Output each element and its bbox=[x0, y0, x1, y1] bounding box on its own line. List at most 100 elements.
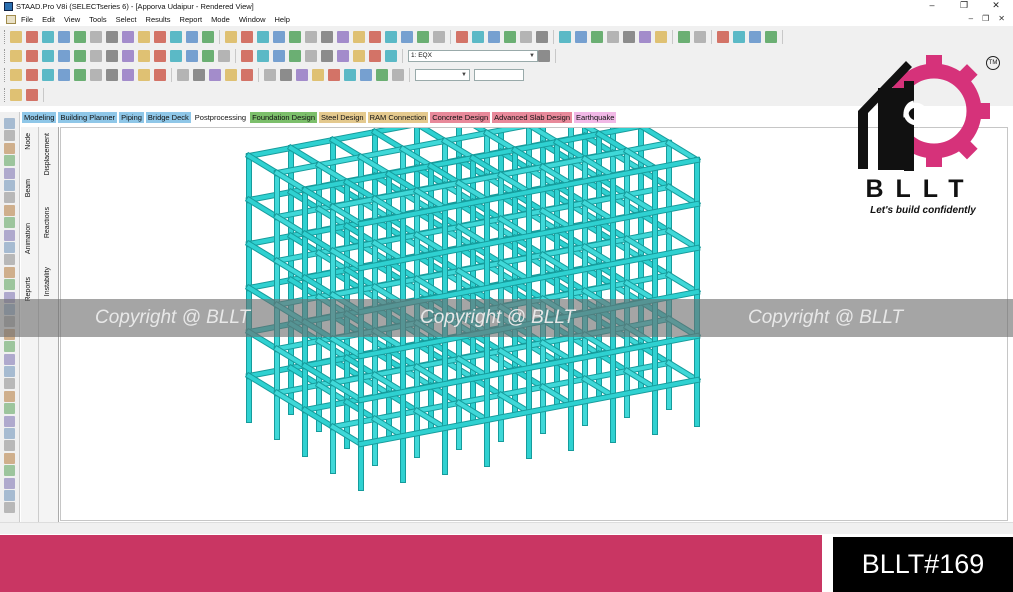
menu-edit[interactable]: Edit bbox=[42, 15, 55, 24]
toolbar-button-icon[interactable] bbox=[154, 50, 166, 62]
toolbar-button-icon[interactable] bbox=[344, 69, 356, 81]
toolbar-button-icon[interactable] bbox=[257, 31, 269, 43]
page-tab-piping[interactable]: Piping bbox=[119, 111, 144, 123]
toolbar-button-icon[interactable] bbox=[10, 69, 22, 81]
menu-help[interactable]: Help bbox=[275, 15, 290, 24]
page-tab-postprocessing[interactable]: Postprocessing bbox=[192, 111, 249, 123]
toolbar-button-icon[interactable] bbox=[296, 69, 308, 81]
toolbar-button-icon[interactable] bbox=[321, 31, 333, 43]
toolbar-button-icon[interactable] bbox=[273, 31, 285, 43]
toolbar-button-icon[interactable] bbox=[42, 50, 54, 62]
toolbar-button-icon[interactable] bbox=[186, 31, 198, 43]
toolbar-button-icon[interactable] bbox=[122, 69, 134, 81]
toolbar-button-icon[interactable] bbox=[106, 69, 118, 81]
beam-member[interactable] bbox=[372, 129, 406, 152]
menu-window[interactable]: Window bbox=[239, 15, 266, 24]
page-tab-concrete-design[interactable]: Concrete Design bbox=[430, 111, 491, 123]
toolbar-button-icon[interactable] bbox=[225, 31, 237, 43]
toolbar-button-icon[interactable] bbox=[186, 50, 198, 62]
side-tool-icon[interactable] bbox=[4, 490, 15, 501]
toolbar-button-icon[interactable] bbox=[26, 89, 38, 101]
toolbar-button-icon[interactable] bbox=[202, 50, 214, 62]
toolbar-button-icon[interactable] bbox=[575, 31, 587, 43]
toolbar-button-icon[interactable] bbox=[10, 89, 22, 101]
toolbar-button-icon[interactable] bbox=[10, 50, 22, 62]
menu-report[interactable]: Report bbox=[180, 15, 203, 24]
toolbar-button-icon[interactable] bbox=[74, 69, 86, 81]
toolbar-button-icon[interactable] bbox=[26, 69, 38, 81]
toolbar-button-icon[interactable] bbox=[58, 69, 70, 81]
toolbar-grip[interactable] bbox=[4, 30, 7, 44]
toolbar-button-icon[interactable] bbox=[655, 31, 667, 43]
toolbar-button-icon[interactable] bbox=[58, 31, 70, 43]
side-tool-icon[interactable] bbox=[4, 118, 15, 129]
toolbar-button-icon[interactable] bbox=[138, 69, 150, 81]
toolbar-button-icon[interactable] bbox=[538, 50, 550, 62]
toolbar-button-icon[interactable] bbox=[433, 31, 445, 43]
close-button[interactable]: ✕ bbox=[991, 0, 1001, 11]
toolbar-button-icon[interactable] bbox=[694, 31, 706, 43]
beam-member[interactable] bbox=[246, 373, 280, 396]
toolbar-button-icon[interactable] bbox=[58, 50, 70, 62]
selection-combo[interactable]: ▼ bbox=[415, 69, 470, 81]
side-tool-icon[interactable] bbox=[4, 341, 15, 353]
page-tab-steel-design[interactable]: Steel Design bbox=[319, 111, 366, 123]
toolbar-button-icon[interactable] bbox=[218, 50, 230, 62]
toolbar-button-icon[interactable] bbox=[273, 50, 285, 62]
toolbar-button-icon[interactable] bbox=[106, 50, 118, 62]
side-tab-reports[interactable]: Reports bbox=[25, 277, 32, 302]
side-tab-reactions[interactable]: Reactions bbox=[44, 207, 51, 238]
side-tool-icon[interactable] bbox=[4, 242, 15, 253]
toolbar-button-icon[interactable] bbox=[170, 31, 182, 43]
beam-member[interactable] bbox=[666, 360, 700, 383]
beam-member[interactable] bbox=[246, 153, 280, 176]
toolbar-button-icon[interactable] bbox=[369, 50, 381, 62]
side-tool-icon[interactable] bbox=[4, 266, 15, 278]
side-tool-icon[interactable] bbox=[4, 477, 15, 489]
side-tool-icon[interactable] bbox=[4, 366, 15, 377]
toolbar-button-icon[interactable] bbox=[138, 31, 150, 43]
beam-member[interactable] bbox=[666, 140, 700, 163]
toolbar-button-icon[interactable] bbox=[369, 31, 381, 43]
toolbar-button-icon[interactable] bbox=[90, 69, 102, 81]
toolbar-button-icon[interactable] bbox=[504, 31, 516, 43]
side-tab-displacement[interactable]: Displacement bbox=[44, 133, 51, 175]
menu-view[interactable]: View bbox=[64, 15, 80, 24]
toolbar-button-icon[interactable] bbox=[90, 50, 102, 62]
toolbar-button-icon[interactable] bbox=[106, 31, 118, 43]
beam-member[interactable] bbox=[666, 228, 700, 251]
toolbar-button-icon[interactable] bbox=[678, 31, 690, 43]
side-tool-icon[interactable] bbox=[4, 155, 15, 167]
toolbar-button-icon[interactable] bbox=[353, 50, 365, 62]
toolbar-button-icon[interactable] bbox=[289, 50, 301, 62]
side-tool-icon[interactable] bbox=[4, 254, 15, 266]
beam-member[interactable] bbox=[246, 241, 280, 264]
toolbar-button-icon[interactable] bbox=[328, 69, 340, 81]
toolbar-button-icon[interactable] bbox=[312, 69, 324, 81]
beam-member[interactable] bbox=[246, 197, 280, 220]
toolbar-grip[interactable] bbox=[4, 88, 7, 102]
toolbar-button-icon[interactable] bbox=[559, 31, 571, 43]
toolbar-button-icon[interactable] bbox=[241, 69, 253, 81]
side-tool-icon[interactable] bbox=[4, 428, 15, 439]
side-tab-node[interactable]: Node bbox=[25, 133, 32, 150]
toolbar-grip[interactable] bbox=[4, 49, 7, 63]
toolbar-button-icon[interactable] bbox=[280, 69, 292, 81]
toolbar-button-icon[interactable] bbox=[417, 31, 429, 43]
menu-file[interactable]: File bbox=[21, 15, 33, 24]
side-tool-icon[interactable] bbox=[4, 502, 15, 514]
menu-results[interactable]: Results bbox=[146, 15, 171, 24]
side-tool-icon[interactable] bbox=[4, 279, 15, 291]
toolbar-button-icon[interactable] bbox=[392, 69, 404, 81]
side-tool-icon[interactable] bbox=[4, 130, 15, 142]
toolbar-button-icon[interactable] bbox=[385, 50, 397, 62]
toolbar-button-icon[interactable] bbox=[472, 31, 484, 43]
toolbar-button-icon[interactable] bbox=[305, 31, 317, 43]
beam-member[interactable] bbox=[288, 145, 322, 168]
toolbar-button-icon[interactable] bbox=[225, 69, 237, 81]
toolbar-button-icon[interactable] bbox=[42, 31, 54, 43]
menu-select[interactable]: Select bbox=[116, 15, 137, 24]
page-tab-ram-connection[interactable]: RAM Connection bbox=[367, 111, 429, 123]
mdi-minimize-button[interactable]: – bbox=[969, 13, 973, 25]
toolbar-button-icon[interactable] bbox=[717, 31, 729, 43]
